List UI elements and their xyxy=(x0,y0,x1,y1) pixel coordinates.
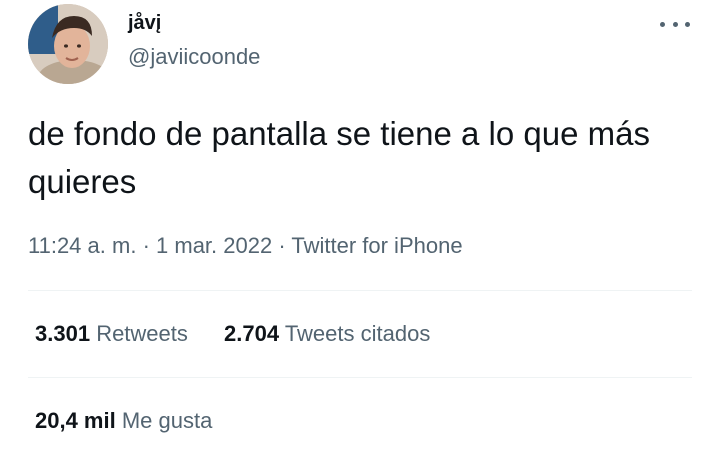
likes-stat[interactable]: 20,4 mil Me gusta xyxy=(35,405,212,437)
retweets-label: Retweets xyxy=(96,321,188,346)
display-name[interactable]: jåvį xyxy=(128,10,260,36)
user-info: jåvį @javiicoonde xyxy=(128,10,260,72)
meta-separator: · xyxy=(142,233,150,258)
more-options-button[interactable] xyxy=(660,12,690,36)
divider xyxy=(28,290,692,291)
user-handle[interactable]: @javiicoonde xyxy=(128,42,260,72)
retweets-stat[interactable]: 3.301 Retweets xyxy=(35,318,188,350)
avatar-image xyxy=(28,4,108,84)
quote-tweets-label: Tweets citados xyxy=(284,321,431,346)
tweet-text: de fondo de pantalla se tiene a lo que m… xyxy=(28,115,650,200)
likes-count: 20,4 mil xyxy=(35,408,116,433)
divider xyxy=(28,377,692,378)
more-horizontal-icon-dot xyxy=(685,21,690,27)
tweet-meta: 11:24 a. m. · 1 mar. 2022 · Twitter for … xyxy=(28,230,463,262)
stats-row-shares: 3.301 Retweets 2.704 Tweets citados xyxy=(35,318,460,350)
quote-tweets-stat[interactable]: 2.704 Tweets citados xyxy=(224,318,430,350)
quote-tweets-count: 2.704 xyxy=(224,321,280,346)
likes-label: Me gusta xyxy=(121,408,213,433)
tweet-source[interactable]: Twitter for iPhone xyxy=(291,233,462,258)
retweets-count: 3.301 xyxy=(35,321,91,346)
more-horizontal-icon xyxy=(660,21,665,27)
meta-separator: · xyxy=(278,233,286,258)
tweet-header: jåvį @javiicoonde xyxy=(28,2,692,86)
tweet-time[interactable]: 11:24 a. m. xyxy=(28,233,136,258)
avatar[interactable] xyxy=(28,4,108,84)
more-horizontal-icon-dot xyxy=(672,21,678,27)
tweet-date[interactable]: 1 mar. 2022 xyxy=(156,233,272,258)
stats-row-likes: 20,4 mil Me gusta xyxy=(35,405,242,437)
